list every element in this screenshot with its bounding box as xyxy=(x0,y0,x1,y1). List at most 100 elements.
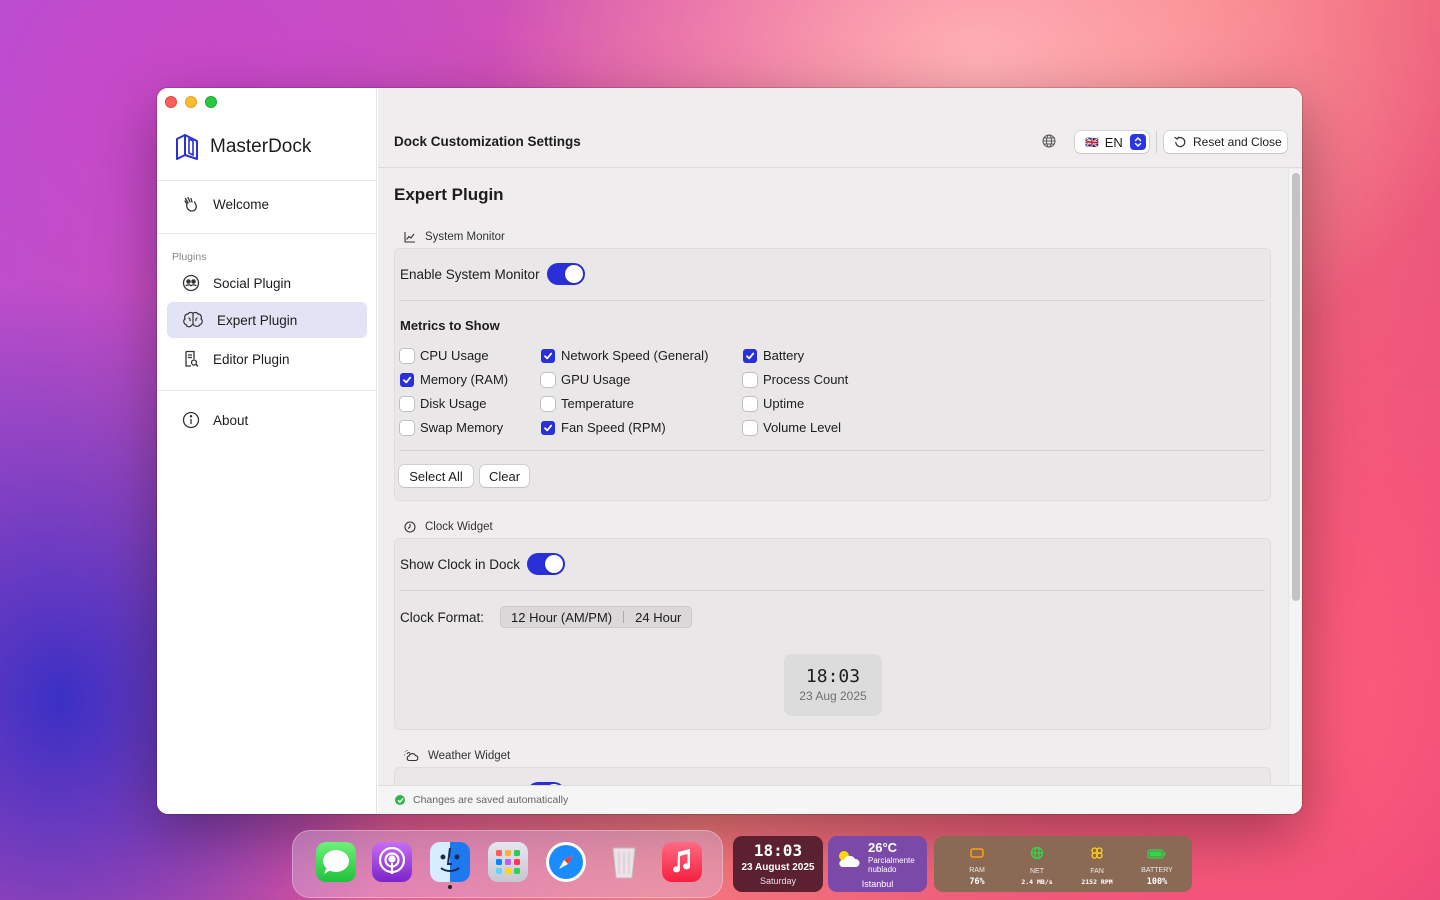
dock-weather-temp: 26°C xyxy=(868,840,898,855)
stat-value: 2.4 MB/s xyxy=(1021,878,1053,886)
sidebar-item-label: Welcome xyxy=(213,196,270,212)
reset-arrow-icon xyxy=(1174,136,1186,148)
checkbox-label: Uptime xyxy=(763,396,805,411)
safari-app-icon[interactable] xyxy=(546,842,586,882)
fan-icon xyxy=(1091,847,1103,859)
clock-format-segmented-control[interactable]: 12 Hour (AM/PM) 24 Hour xyxy=(500,606,693,628)
stat-label: RAM xyxy=(969,867,985,874)
stat-label: FAN xyxy=(1090,868,1104,875)
reset-and-close-label: Reset and Close xyxy=(1193,135,1282,149)
clock-format-24h-option[interactable]: 24 Hour xyxy=(624,610,692,625)
status-bar: Changes are saved automatically xyxy=(378,785,1302,814)
metric-checkbox-gpu-usage[interactable]: GPU Usage xyxy=(541,372,630,387)
metric-checkbox-battery[interactable]: Battery xyxy=(743,348,804,363)
messages-app-icon[interactable] xyxy=(316,842,356,882)
dock-stat-ram: RAM 76% xyxy=(952,846,1002,887)
checkbox-label: Fan Speed (RPM) xyxy=(561,420,666,435)
dock-system-monitor-widget[interactable]: RAM 76% NET 2.4 MB/s FAN 2152 RPM BATTER… xyxy=(934,836,1192,892)
status-text: Changes are saved automatically xyxy=(413,794,569,806)
checkbox xyxy=(400,420,414,435)
sidebar-item-welcome[interactable]: Welcome xyxy=(167,186,367,222)
partly-cloudy-icon xyxy=(839,851,860,867)
toolbar: Dock Customization Settings 🇬🇧 EN Reset … xyxy=(378,88,1302,168)
dock-stat-fan: FAN 2152 RPM xyxy=(1072,846,1122,886)
reset-and-close-button[interactable]: Reset and Close xyxy=(1164,131,1287,153)
globe-icon xyxy=(1042,134,1056,148)
sidebar-item-social-plugin[interactable]: Social Plugin xyxy=(167,265,367,301)
podcasts-app-icon[interactable] xyxy=(372,842,412,882)
dock-weather-desc: Parcialmente nublado xyxy=(868,856,915,874)
metric-checkbox-temperature[interactable]: Temperature xyxy=(541,396,634,411)
sidebar-item-label: Expert Plugin xyxy=(217,312,298,328)
minimize-window-button[interactable] xyxy=(185,96,197,108)
clock-widget-section-header: Clock Widget xyxy=(404,521,493,533)
clear-button[interactable]: Clear xyxy=(480,465,529,487)
sidebar-item-expert-plugin[interactable]: Expert Plugin xyxy=(167,302,367,338)
zoom-window-button[interactable] xyxy=(205,96,217,108)
select-all-button[interactable]: Select All xyxy=(399,465,473,487)
sidebar-item-about[interactable]: About xyxy=(167,402,367,438)
metric-checkbox-process-count[interactable]: Process Count xyxy=(743,372,848,387)
clock-format-12h-option[interactable]: 12 Hour (AM/PM) xyxy=(500,610,623,625)
waving-hand-icon xyxy=(184,196,197,212)
clock-format-label: Clock Format: xyxy=(400,610,485,625)
checkbox xyxy=(400,396,414,411)
metric-checkbox-fan-speed[interactable]: Fan Speed (RPM) xyxy=(541,420,666,435)
dock-stat-battery: BATTERY 100% xyxy=(1132,846,1182,887)
metric-checkbox-cpu-usage[interactable]: CPU Usage xyxy=(400,348,489,363)
close-window-button[interactable] xyxy=(165,96,177,108)
scrollbar-thumb[interactable] xyxy=(1292,173,1300,601)
checkbox-label: Memory (RAM) xyxy=(420,372,509,387)
music-app-icon[interactable] xyxy=(662,842,702,882)
language-select[interactable]: 🇬🇧 EN xyxy=(1075,131,1149,153)
metric-checkbox-volume-level[interactable]: Volume Level xyxy=(743,420,841,435)
divider xyxy=(400,300,1265,301)
page-title: Expert Plugin xyxy=(394,185,504,204)
chart-line-icon xyxy=(404,232,415,243)
metric-checkbox-swap-memory[interactable]: Swap Memory xyxy=(400,420,503,435)
app-name: MasterDock xyxy=(210,136,312,157)
metric-checkbox-network-speed[interactable]: Network Speed (General) xyxy=(541,348,708,363)
section-label: Weather Widget xyxy=(428,750,511,762)
checkbox-label: Battery xyxy=(763,348,805,363)
launchpad-app-icon[interactable] xyxy=(488,842,528,882)
dock-weather-widget[interactable]: 26°C Parcialmente nublado Istanbul xyxy=(828,836,927,892)
checkbox-label: Volume Level xyxy=(763,420,842,435)
stat-value: 100% xyxy=(1146,877,1168,887)
network-icon xyxy=(1030,846,1044,860)
masterdock-logo-icon xyxy=(176,134,198,160)
language-value: EN xyxy=(1104,134,1123,150)
metric-checkbox-disk-usage[interactable]: Disk Usage xyxy=(400,396,486,411)
checkbox-label: Network Speed (General) xyxy=(561,348,709,363)
chevron-up-down-icon xyxy=(1130,134,1146,150)
metric-checkbox-memory[interactable]: Memory (RAM) xyxy=(400,372,508,387)
divider xyxy=(157,233,377,234)
sidebar-item-editor-plugin[interactable]: Editor Plugin xyxy=(167,341,367,377)
running-indicator xyxy=(448,885,452,889)
finder-app-icon[interactable] xyxy=(430,842,470,882)
dock-clock-day: Saturday xyxy=(759,876,797,886)
dock-weather-city: Istanbul xyxy=(861,879,894,889)
checkbox xyxy=(743,420,757,435)
sidebar-item-label: About xyxy=(213,412,249,428)
checkbox xyxy=(541,372,555,387)
checkbox-label: Swap Memory xyxy=(420,420,504,435)
checkbox xyxy=(400,372,414,387)
dock-clock-time: 18:03 xyxy=(753,841,803,860)
stat-value: 76% xyxy=(969,877,985,887)
dock-clock-widget[interactable]: 18:03 23 August 2025 Saturday xyxy=(733,836,823,892)
clock-preview: 18:03 23 Aug 2025 xyxy=(784,654,882,716)
window-controls xyxy=(165,96,217,108)
sidebar: MasterDock Welcome Plugins Social Plugin… xyxy=(157,88,377,814)
clock-widget-group: Show Clock in Dock Clock Format: 12 Hour… xyxy=(394,538,1271,730)
settings-scroll-area[interactable]: Expert Plugin System Monitor Enable Syst… xyxy=(378,169,1302,785)
clock-icon xyxy=(404,521,416,533)
brain-icon xyxy=(183,311,203,328)
enable-system-monitor-toggle[interactable] xyxy=(547,263,585,285)
trash-icon[interactable] xyxy=(604,842,644,882)
clock-preview-time: 18:03 xyxy=(805,666,861,687)
system-monitor-group: Enable System Monitor Metrics to Show CP… xyxy=(394,248,1271,501)
metric-checkbox-uptime[interactable]: Uptime xyxy=(743,396,804,411)
show-clock-toggle[interactable] xyxy=(527,553,565,575)
stat-value: 2152 RPM xyxy=(1081,878,1113,886)
